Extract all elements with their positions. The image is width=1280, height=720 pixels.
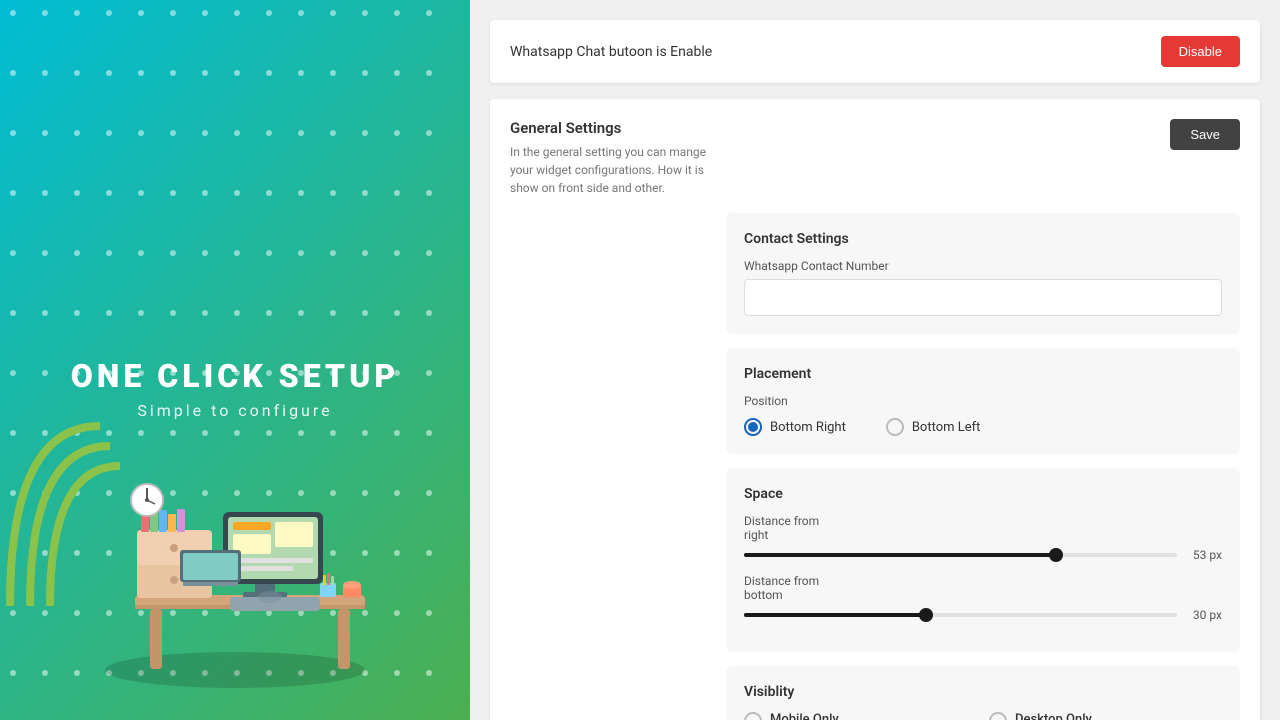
main-title: ONE CLICK SETUP (71, 357, 399, 395)
radio-bottom-left-circle (886, 418, 904, 436)
distance-bottom-thumb[interactable] (919, 608, 933, 622)
visibility-mobile-only[interactable]: Mobile Only Show chat butoon on mobile d… (744, 712, 977, 720)
visibility-desktop-only[interactable]: Desktop Only Show chat butoon on desktop… (989, 712, 1222, 720)
desk-illustration (75, 440, 395, 700)
space-card: Space Distance fromright 53 px (726, 468, 1240, 652)
placement-card: Placement Position Bottom Right Bottom L… (726, 348, 1240, 454)
radio-bottom-right-label: Bottom Right (770, 420, 846, 435)
distance-right-value: 53 px (1187, 548, 1222, 562)
mobile-only-label: Mobile Only (770, 712, 977, 720)
settings-title: General Settings (510, 119, 710, 137)
distance-bottom-label: Distance frombottom (744, 574, 1222, 602)
settings-header-left: General Settings In the general setting … (510, 119, 710, 197)
visibility-mobile-only-text: Mobile Only Show chat butoon on mobile d… (770, 712, 977, 720)
radio-desktop-only-circle (989, 712, 1007, 720)
contact-card-title: Contact Settings (744, 231, 1222, 247)
placement-title: Placement (744, 366, 1222, 382)
distance-right-row: Distance fromright 53 px (744, 514, 1222, 562)
general-settings-panel: General Settings In the general setting … (490, 99, 1260, 720)
distance-right-slider-container: 53 px (744, 548, 1222, 562)
distance-right-thumb[interactable] (1049, 548, 1063, 562)
status-bar: Whatsapp Chat butoon is Enable Disable (490, 20, 1260, 83)
distance-bottom-value: 30 px (1187, 608, 1222, 622)
status-text: Whatsapp Chat butoon is Enable (510, 44, 712, 60)
distance-right-track[interactable] (744, 553, 1177, 557)
visibility-options: Mobile Only Show chat butoon on mobile d… (744, 712, 1222, 720)
radio-bottom-right-circle (744, 418, 762, 436)
visibility-desktop-only-text: Desktop Only Show chat butoon on desktop… (1015, 712, 1222, 720)
space-title: Space (744, 486, 1222, 502)
distance-bottom-slider-container: 30 px (744, 608, 1222, 622)
phone-input[interactable] (744, 279, 1222, 316)
settings-right-col: Contact Settings Whatsapp Contact Number… (726, 213, 1240, 720)
save-button[interactable]: Save (1170, 119, 1240, 150)
visibility-card: Visiblity Mobile Only Show chat butoon o… (726, 666, 1240, 720)
distance-bottom-fill (744, 613, 926, 617)
settings-description: In the general setting you can mange you… (510, 143, 710, 197)
distance-bottom-row: Distance frombottom 30 px (744, 574, 1222, 622)
left-panel: ONE CLICK SETUP Simple to configure (0, 0, 470, 720)
settings-left-col (510, 213, 710, 720)
distance-right-fill (744, 553, 1056, 557)
desktop-only-label: Desktop Only (1015, 712, 1222, 720)
visibility-title: Visiblity (744, 684, 1222, 700)
position-bottom-right[interactable]: Bottom Right (744, 418, 846, 436)
settings-body: Contact Settings Whatsapp Contact Number… (510, 213, 1240, 720)
contact-settings-card: Contact Settings Whatsapp Contact Number (726, 213, 1240, 334)
position-bottom-left[interactable]: Bottom Left (886, 418, 981, 436)
phone-label: Whatsapp Contact Number (744, 259, 1222, 273)
radio-mobile-only-circle (744, 712, 762, 720)
position-label: Position (744, 394, 1222, 408)
radio-bottom-left-label: Bottom Left (912, 420, 981, 435)
distance-bottom-track[interactable] (744, 613, 1177, 617)
sub-title: Simple to configure (137, 401, 332, 420)
left-content: ONE CLICK SETUP Simple to configure (0, 357, 470, 720)
disable-button[interactable]: Disable (1161, 36, 1240, 67)
position-options: Bottom Right Bottom Left (744, 418, 1222, 436)
settings-header: General Settings In the general setting … (510, 119, 1240, 197)
right-panel: Whatsapp Chat butoon is Enable Disable G… (470, 0, 1280, 720)
distance-right-label: Distance fromright (744, 514, 1222, 542)
